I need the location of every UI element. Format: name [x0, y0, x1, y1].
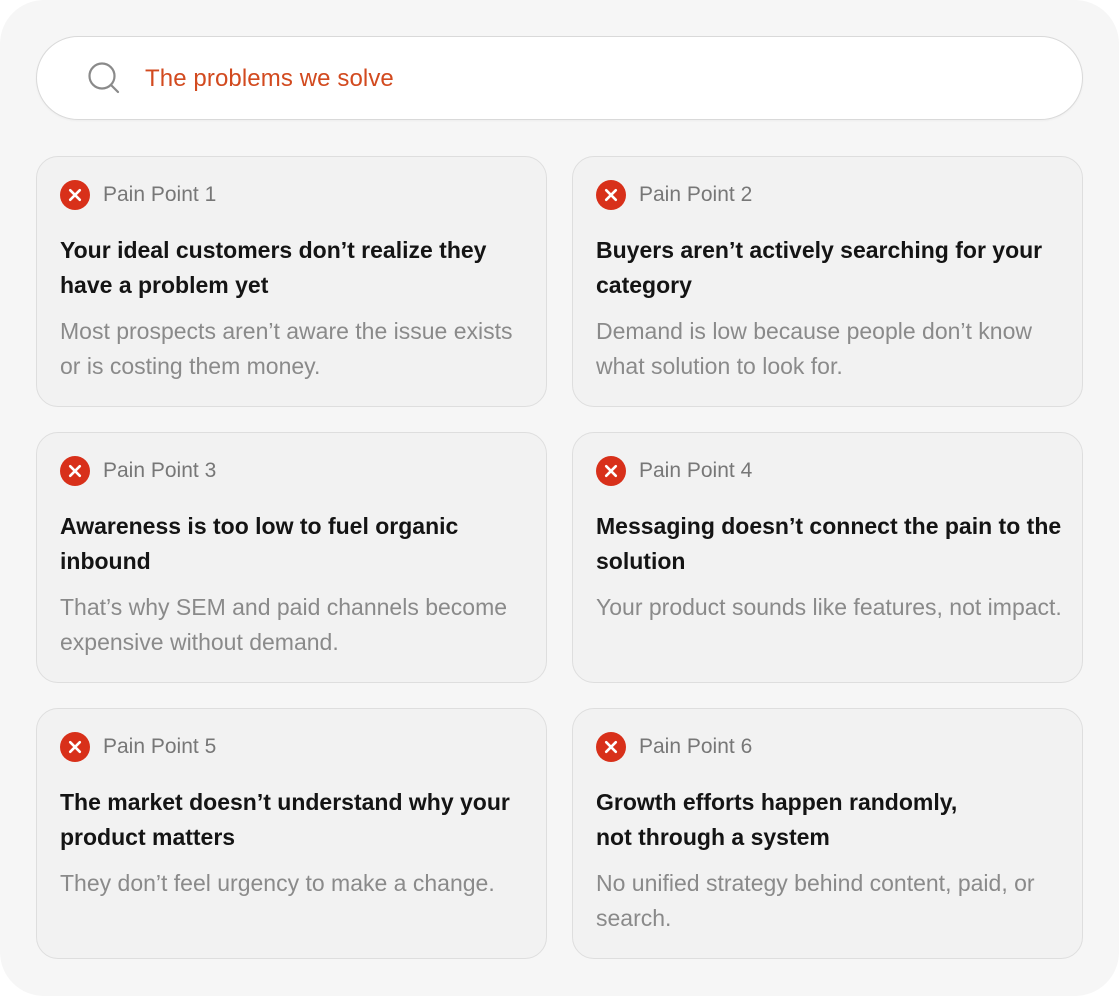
- card-description: They don’t feel urgency to make a change…: [60, 870, 495, 896]
- card-title: Buyers aren’t actively searching for you…: [596, 237, 1043, 298]
- card-title: Messaging doesn’t connect the pain to th…: [596, 513, 1062, 574]
- search-icon: [88, 62, 120, 94]
- card-badge: Pain Point 1: [60, 180, 216, 210]
- search-bar[interactable]: The problems we solve: [36, 36, 1083, 120]
- card-badge: Pain Point 3: [60, 456, 216, 486]
- card-badge-label: Pain Point 3: [103, 459, 217, 482]
- pain-point-card: Pain Point 4 Messaging doesn’t connect t…: [572, 432, 1083, 683]
- pain-point-card: Pain Point 2 Buyers aren’t actively sear…: [572, 156, 1083, 407]
- card-badge: Pain Point 2: [596, 180, 752, 210]
- search-text: The problems we solve: [145, 65, 394, 92]
- card-description: No unified strategy behind content, paid…: [596, 870, 1035, 931]
- pain-point-card: Pain Point 5 The market doesn’t understa…: [36, 708, 547, 959]
- card-badge-label: Pain Point 4: [639, 459, 753, 482]
- card-badge: Pain Point 5: [60, 732, 216, 762]
- pain-point-card: Pain Point 6 Growth efforts happen rando…: [572, 708, 1083, 959]
- card-badge-label: Pain Point 6: [639, 735, 753, 758]
- x-circle-icon: [596, 456, 626, 486]
- x-circle-icon: [60, 456, 90, 486]
- card-badge-label: Pain Point 2: [639, 183, 753, 206]
- card-badge: Pain Point 4: [596, 456, 752, 486]
- pain-point-card: Pain Point 1 Your ideal customers don’t …: [36, 156, 547, 407]
- pain-points-panel: The problems we solve Pain Point 1 Your …: [0, 0, 1119, 996]
- card-description: Demand is low because people don’t know …: [596, 318, 1032, 379]
- x-circle-icon: [596, 180, 626, 210]
- card-badge-label: Pain Point 5: [103, 735, 217, 758]
- card-title: The market doesn’t understand why your p…: [60, 789, 510, 850]
- card-description: Your product sounds like features, not i…: [596, 594, 1062, 620]
- card-description: Most prospects aren’t aware the issue ex…: [60, 318, 513, 379]
- x-circle-icon: [596, 732, 626, 762]
- x-circle-icon: [60, 180, 90, 210]
- card-badge: Pain Point 6: [596, 732, 752, 762]
- card-description: That’s why SEM and paid channels become …: [60, 594, 508, 655]
- card-badge-label: Pain Point 1: [103, 183, 217, 206]
- card-title: Awareness is too low to fuel organic inb…: [60, 513, 459, 574]
- x-circle-icon: [60, 732, 90, 762]
- card-title: Your ideal customers don’t realize they …: [60, 237, 487, 298]
- pain-point-card: Pain Point 3 Awareness is too low to fue…: [36, 432, 547, 683]
- card-title: Growth efforts happen randomly, not thro…: [596, 789, 958, 850]
